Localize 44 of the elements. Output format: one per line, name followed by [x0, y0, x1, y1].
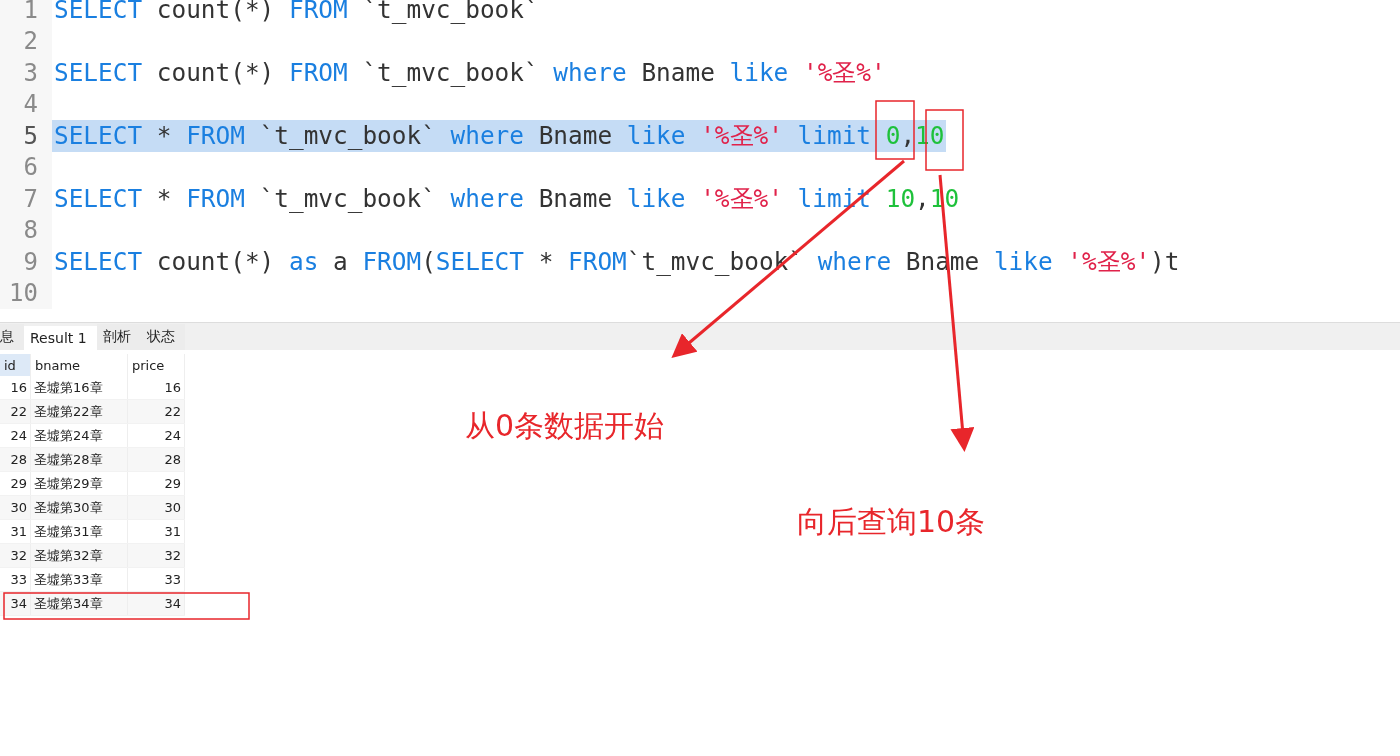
- table-cell: 16: [127, 376, 185, 400]
- table-cell: 33: [127, 567, 185, 592]
- line-number: 2: [0, 25, 52, 57]
- line-number: 8: [0, 214, 52, 246]
- result-tab[interactable]: 状态: [140, 324, 185, 350]
- table-cell: 圣墟第33章: [30, 567, 128, 592]
- table-cell: 33: [0, 567, 31, 592]
- table-cell: 圣墟第24章: [30, 423, 128, 448]
- column-header[interactable]: price: [127, 354, 185, 376]
- line-number: 4: [0, 88, 52, 120]
- table-cell: 圣墟第30章: [30, 495, 128, 520]
- result-tab[interactable]: 息: [0, 324, 24, 350]
- table-cell: 圣墟第22章: [30, 399, 128, 424]
- table-cell: 圣墟第16章: [30, 376, 128, 400]
- line-number: 3: [0, 57, 52, 89]
- table-cell: 22: [0, 399, 31, 424]
- column-header[interactable]: id: [0, 354, 31, 376]
- table-cell: 28: [0, 447, 31, 472]
- line-number: 6: [0, 151, 52, 183]
- table-cell: 圣墟第32章: [30, 543, 128, 568]
- result-tab[interactable]: 剖析: [96, 324, 141, 350]
- table-cell: 圣墟第31章: [30, 519, 128, 544]
- line-number: 9: [0, 246, 52, 278]
- annotation-text: 从0条数据开始: [465, 407, 665, 445]
- table-cell: 29: [0, 471, 31, 496]
- line-number: 1: [0, 0, 52, 26]
- table-cell: 16: [0, 376, 31, 400]
- table-cell: 31: [0, 519, 31, 544]
- line-number: 5: [0, 120, 52, 152]
- table-cell: 圣墟第29章: [30, 471, 128, 496]
- column-header[interactable]: bname: [30, 354, 128, 376]
- result-tab[interactable]: Result 1: [24, 326, 97, 350]
- table-cell: 32: [0, 543, 31, 568]
- line-number: 7: [0, 183, 52, 215]
- table-cell: 31: [127, 519, 185, 544]
- line-number: 10: [0, 277, 52, 309]
- table-cell: 29: [127, 471, 185, 496]
- table-cell: 24: [127, 423, 185, 448]
- table-cell: 圣墟第28章: [30, 447, 128, 472]
- code-line: SELECT count(*) FROM `t_mvc_book` where Bname like '%圣%': [53, 56, 887, 89]
- annotation-text: 向后查询10条: [797, 503, 986, 541]
- table-cell: 24: [0, 423, 31, 448]
- highlight-box: [875, 100, 915, 160]
- table-cell: 30: [0, 495, 31, 520]
